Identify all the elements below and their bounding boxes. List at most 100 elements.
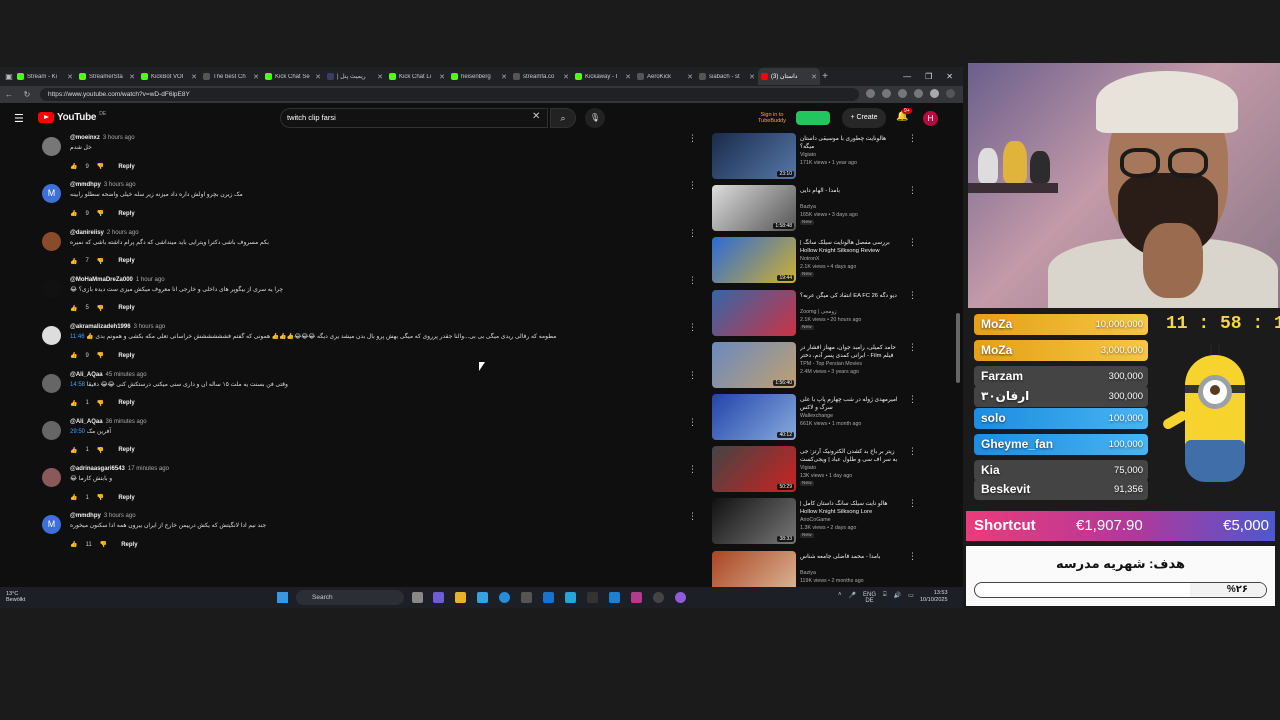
profile-icon[interactable] bbox=[930, 89, 939, 98]
reply-button[interactable]: Reply bbox=[118, 305, 134, 311]
youtube-logo[interactable]: YouTube DE bbox=[38, 111, 106, 123]
video-channel[interactable]: Vigiato bbox=[800, 465, 816, 471]
tab-close-icon[interactable]: ✕ bbox=[315, 73, 321, 81]
related-video[interactable]: 23:10 هالونایت چطوری با موسیقی داستان میگ… bbox=[712, 133, 922, 183]
video-channel[interactable]: Wallexchange bbox=[800, 413, 833, 419]
maximize-icon[interactable]: ❐ bbox=[925, 72, 932, 81]
like-icon[interactable]: 👍 bbox=[70, 400, 77, 407]
chrome-icon[interactable] bbox=[499, 592, 510, 603]
video-channel[interactable]: Baziya bbox=[800, 570, 816, 576]
comment-author[interactable]: @Ali_AQaa bbox=[70, 372, 103, 378]
video-channel[interactable]: Vigiato bbox=[800, 152, 816, 158]
extension-icon[interactable] bbox=[866, 89, 875, 98]
tab-actions-icon[interactable]: ▣ bbox=[4, 72, 14, 81]
video-thumbnail[interactable]: 50:29 bbox=[712, 446, 796, 493]
scroll-thumb[interactable] bbox=[956, 313, 960, 383]
like-icon[interactable]: 👍 bbox=[70, 541, 77, 548]
more-actions-icon[interactable]: ⋮ bbox=[908, 498, 917, 509]
rider-icon[interactable] bbox=[631, 592, 642, 603]
app-icon[interactable] bbox=[521, 592, 532, 603]
tab-close-icon[interactable]: ✕ bbox=[377, 73, 383, 81]
avatar[interactable]: M bbox=[42, 184, 61, 204]
related-video[interactable]: 40:12 امیرمهدی ژوله در شب چهارم پاپ با عل… bbox=[712, 394, 922, 444]
browser-tab[interactable]: KickBot VOI ✕ bbox=[138, 68, 200, 85]
copilot-icon[interactable] bbox=[433, 592, 444, 603]
video-channel[interactable]: Zoomg | زومجی bbox=[800, 309, 837, 315]
battery-icon[interactable]: ▭ bbox=[908, 592, 914, 604]
tab-close-icon[interactable]: ✕ bbox=[625, 73, 631, 81]
tab-close-icon[interactable]: ✕ bbox=[811, 73, 817, 81]
avatar[interactable] bbox=[42, 420, 61, 440]
video-channel[interactable]: TPM - Top Persian Movies bbox=[800, 361, 862, 367]
comment-time[interactable]: 3 hours ago bbox=[103, 135, 135, 141]
timestamp-link[interactable]: 29:50 bbox=[70, 429, 85, 435]
clock[interactable]: 13:53 10/10/2025 bbox=[920, 590, 948, 604]
video-thumbnail[interactable]: 38:33 bbox=[712, 498, 796, 545]
comment-time[interactable]: 3 hours ago bbox=[134, 324, 166, 330]
file-explorer-icon[interactable] bbox=[455, 592, 466, 603]
browser-tab[interactable]: streamfa.co ✕ bbox=[510, 68, 572, 85]
video-title[interactable]: بررسی مفصل هالونایت سیلک سانگ | Hollow K… bbox=[800, 239, 900, 255]
browser-tab[interactable]: داستان (3) ✕ bbox=[758, 68, 820, 85]
timestamp-link[interactable]: 14:58 bbox=[70, 382, 85, 388]
avatar[interactable]: M bbox=[42, 515, 61, 535]
reply-button[interactable]: Reply bbox=[118, 447, 134, 453]
comment-time[interactable]: 3 hours ago bbox=[104, 182, 136, 188]
related-video[interactable]: 1:56:40 حامد کمیلی، رامبد جوان، مهناز افش… bbox=[712, 341, 922, 392]
video-title[interactable]: دیو دگه EA FC 26 انتقاد کی میگن عربه؟ bbox=[800, 292, 900, 300]
dislike-icon[interactable]: 👎 bbox=[97, 163, 104, 170]
like-icon[interactable]: 👍 bbox=[70, 210, 77, 217]
dislike-icon[interactable]: 👎 bbox=[97, 258, 104, 265]
more-actions-icon[interactable]: ⋮ bbox=[908, 237, 917, 248]
tab-close-icon[interactable]: ✕ bbox=[687, 73, 693, 81]
terminal-icon[interactable] bbox=[587, 592, 598, 603]
more-actions-icon[interactable]: ⋮ bbox=[908, 185, 917, 196]
comment-author[interactable]: @danireiisy bbox=[70, 230, 104, 236]
more-actions-icon[interactable]: ⋮ bbox=[688, 464, 697, 475]
tab-close-icon[interactable]: ✕ bbox=[501, 73, 507, 81]
more-actions-icon[interactable]: ⋮ bbox=[908, 551, 917, 562]
more-actions-icon[interactable]: ⋮ bbox=[688, 370, 697, 381]
like-icon[interactable]: 👍 bbox=[70, 163, 77, 170]
extension-toggle[interactable] bbox=[796, 111, 830, 125]
reply-button[interactable]: Reply bbox=[118, 164, 134, 170]
language-indicator[interactable]: ENG DE bbox=[863, 592, 876, 604]
dislike-icon[interactable]: 👎 bbox=[100, 541, 107, 548]
more-actions-icon[interactable]: ⋮ bbox=[908, 133, 917, 144]
avatar[interactable] bbox=[42, 373, 61, 393]
comment-author[interactable]: @moeinxz bbox=[70, 135, 100, 141]
more-actions-icon[interactable]: ⋮ bbox=[908, 394, 917, 405]
reload-icon[interactable]: ↻ bbox=[22, 90, 32, 99]
extension-icon[interactable] bbox=[914, 89, 923, 98]
browser-tab[interactable]: | ریمیت پنل ✕ bbox=[324, 68, 386, 85]
mic-icon[interactable]: 🎤 bbox=[849, 592, 856, 604]
comment-time[interactable]: 45 minutes ago bbox=[106, 372, 147, 378]
app-icon[interactable] bbox=[565, 592, 576, 603]
comment-author[interactable]: @mmdhpy bbox=[70, 182, 101, 188]
reply-button[interactable]: Reply bbox=[118, 353, 134, 359]
like-icon[interactable]: 👍 bbox=[70, 305, 77, 312]
vscode-icon[interactable] bbox=[609, 592, 620, 603]
outlook-icon[interactable] bbox=[543, 592, 554, 603]
browser-tab[interactable]: StreamerSta ✕ bbox=[76, 68, 138, 85]
extension-icon[interactable] bbox=[882, 89, 891, 98]
chevron-up-icon[interactable]: ˄ bbox=[838, 592, 842, 604]
more-actions-icon[interactable]: ⋮ bbox=[688, 511, 697, 522]
more-actions-icon[interactable]: ⋮ bbox=[908, 342, 917, 353]
reply-button[interactable]: Reply bbox=[118, 211, 134, 217]
tab-close-icon[interactable]: ✕ bbox=[129, 73, 135, 81]
more-actions-icon[interactable]: ⋮ bbox=[688, 133, 697, 144]
taskbar-search[interactable]: Search bbox=[296, 590, 404, 605]
more-actions-icon[interactable]: ⋮ bbox=[688, 180, 697, 191]
reply-button[interactable]: Reply bbox=[118, 400, 134, 406]
avatar[interactable] bbox=[42, 137, 61, 156]
timestamp-link[interactable]: 11:46 bbox=[70, 334, 85, 340]
obs-icon[interactable] bbox=[653, 592, 664, 603]
video-thumbnail[interactable]: 19:44 bbox=[712, 237, 796, 284]
video-title[interactable]: زیتر بر باخ بد کشدن الکترونیک آرتز: جی ب… bbox=[800, 448, 900, 464]
comment-author[interactable]: @Ali_AQaa bbox=[70, 419, 103, 425]
scrollbar[interactable] bbox=[955, 133, 961, 608]
comment-time[interactable]: 17 minutes ago bbox=[128, 466, 169, 472]
more-actions-icon[interactable]: ⋮ bbox=[908, 290, 917, 301]
menu-dots-icon[interactable] bbox=[946, 89, 955, 98]
